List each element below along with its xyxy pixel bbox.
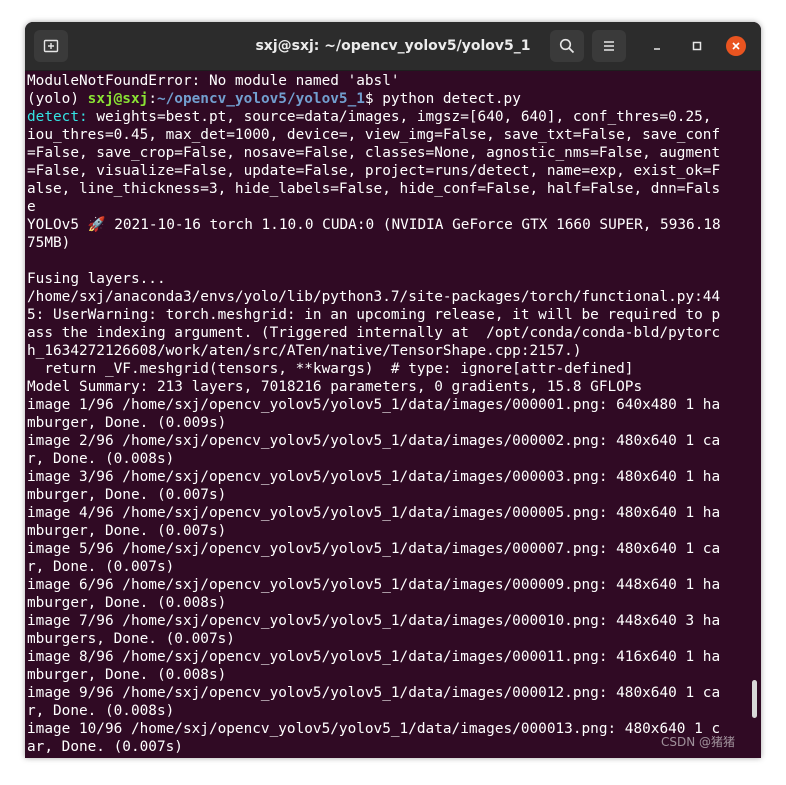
output-line: mburger, Done. (0.008s) — [27, 595, 227, 611]
prompt-path: ~/opencv_yolov5/yolov5_1 — [156, 91, 365, 107]
title-bar[interactable]: sxj@sxj: ~/opencv_yolov5/yolov5_1 — [25, 22, 761, 71]
output-line: image 1/96 /home/sxj/opencv_yolov5/yolov… — [27, 397, 721, 413]
output-line: Fusing layers... — [27, 271, 175, 287]
output-line: YOLOv5 🚀 2021-10-16 torch 1.10.0 CUDA:0 … — [27, 217, 721, 233]
output-line: mburgers, Done. (0.007s) — [27, 631, 235, 647]
output-line: mburger, Done. (0.009s) — [27, 415, 227, 431]
prompt-user-host: sxj@sxj — [87, 91, 149, 107]
prompt-env: (yolo) — [27, 91, 88, 107]
maximize-button[interactable] — [687, 36, 707, 56]
search-icon — [559, 38, 575, 54]
detect-label: detect: — [27, 109, 97, 125]
output-text: weights=best.pt, source=data/images, img… — [96, 109, 712, 125]
output-line: return _VF.meshgrid(tensors, **kwargs) #… — [27, 361, 634, 377]
hamburger-menu-icon — [604, 41, 614, 51]
output-line: =False, visualize=False, update=False, p… — [27, 163, 721, 179]
terminal-output[interactable]: ModuleNotFoundError: No module named 'ab… — [27, 72, 749, 758]
maximize-icon — [692, 41, 702, 51]
output-line: alse, line_thickness=3, hide_labels=Fals… — [27, 181, 721, 197]
output-line: r, Done. (0.008s) — [27, 703, 175, 719]
scrollbar-thumb[interactable] — [752, 680, 757, 718]
menu-button[interactable] — [592, 30, 626, 62]
output-line: ass the indexing argument. (Triggered in… — [27, 325, 721, 341]
window-title: sxj@sxj: ~/opencv_yolov5/yolov5_1 — [255, 38, 531, 54]
close-button[interactable] — [726, 36, 746, 56]
close-icon — [732, 42, 740, 50]
new-tab-button[interactable] — [34, 30, 68, 62]
output-line: image 3/96 /home/sxj/opencv_yolov5/yolov… — [27, 469, 721, 485]
minimize-button[interactable] — [647, 36, 667, 56]
output-line: mburger, Done. (0.007s) — [27, 487, 227, 503]
output-line: r, Done. (0.007s) — [27, 559, 175, 575]
output-line: image 5/96 /home/sxj/opencv_yolov5/yolov… — [27, 541, 721, 557]
output-line: h_1634272126608/work/aten/src/ATen/nativ… — [27, 343, 582, 359]
output-line: image 2/96 /home/sxj/opencv_yolov5/yolov… — [27, 433, 721, 449]
output-line: 5: UserWarning: torch.meshgrid: in an up… — [27, 307, 721, 323]
prompt-command: python detect.py — [382, 91, 521, 107]
output-line: image 8/96 /home/sxj/opencv_yolov5/yolov… — [27, 649, 721, 665]
new-tab-icon — [43, 39, 59, 53]
output-line: mburger, Done. (0.008s) — [27, 667, 227, 683]
output-line: Model Summary: 213 layers, 7018216 param… — [27, 379, 643, 395]
terminal-window: sxj@sxj: ~/opencv_yolov5/yolov5_1 Module… — [25, 22, 761, 758]
watermark: CSDN @猪猪 — [660, 735, 735, 749]
prompt-line: (yolo) sxj@sxj:~/opencv_yolov5/yolov5_1$… — [27, 90, 749, 108]
output-line: =False, save_crop=False, nosave=False, c… — [27, 145, 721, 161]
output-line: image 10/96 /home/sxj/opencv_yolov5/yolo… — [27, 721, 721, 737]
output-line: detect: weights=best.pt, source=data/ima… — [27, 108, 749, 126]
output-line: e — [27, 199, 36, 215]
search-button[interactable] — [550, 30, 584, 62]
output-line: ar, Done. (0.007s) — [27, 739, 183, 755]
error-line: ModuleNotFoundError: No module named 'ab… — [27, 73, 400, 89]
output-line: /home/sxj/anaconda3/envs/yolo/lib/python… — [27, 289, 721, 305]
output-line: image 9/96 /home/sxj/opencv_yolov5/yolov… — [27, 685, 721, 701]
output-line: image 6/96 /home/sxj/opencv_yolov5/yolov… — [27, 577, 721, 593]
output-line: 75MB) — [27, 235, 71, 251]
output-line: r, Done. (0.008s) — [27, 451, 175, 467]
prompt-colon: : — [148, 91, 157, 107]
output-line: mburger, Done. (0.007s) — [27, 523, 227, 539]
prompt-dollar: $ — [364, 91, 383, 107]
output-line: image 7/96 /home/sxj/opencv_yolov5/yolov… — [27, 613, 721, 629]
output-line: iou_thres=0.45, max_det=1000, device=, v… — [27, 127, 721, 143]
minimize-icon — [654, 48, 660, 50]
output-line: image 4/96 /home/sxj/opencv_yolov5/yolov… — [27, 505, 721, 521]
